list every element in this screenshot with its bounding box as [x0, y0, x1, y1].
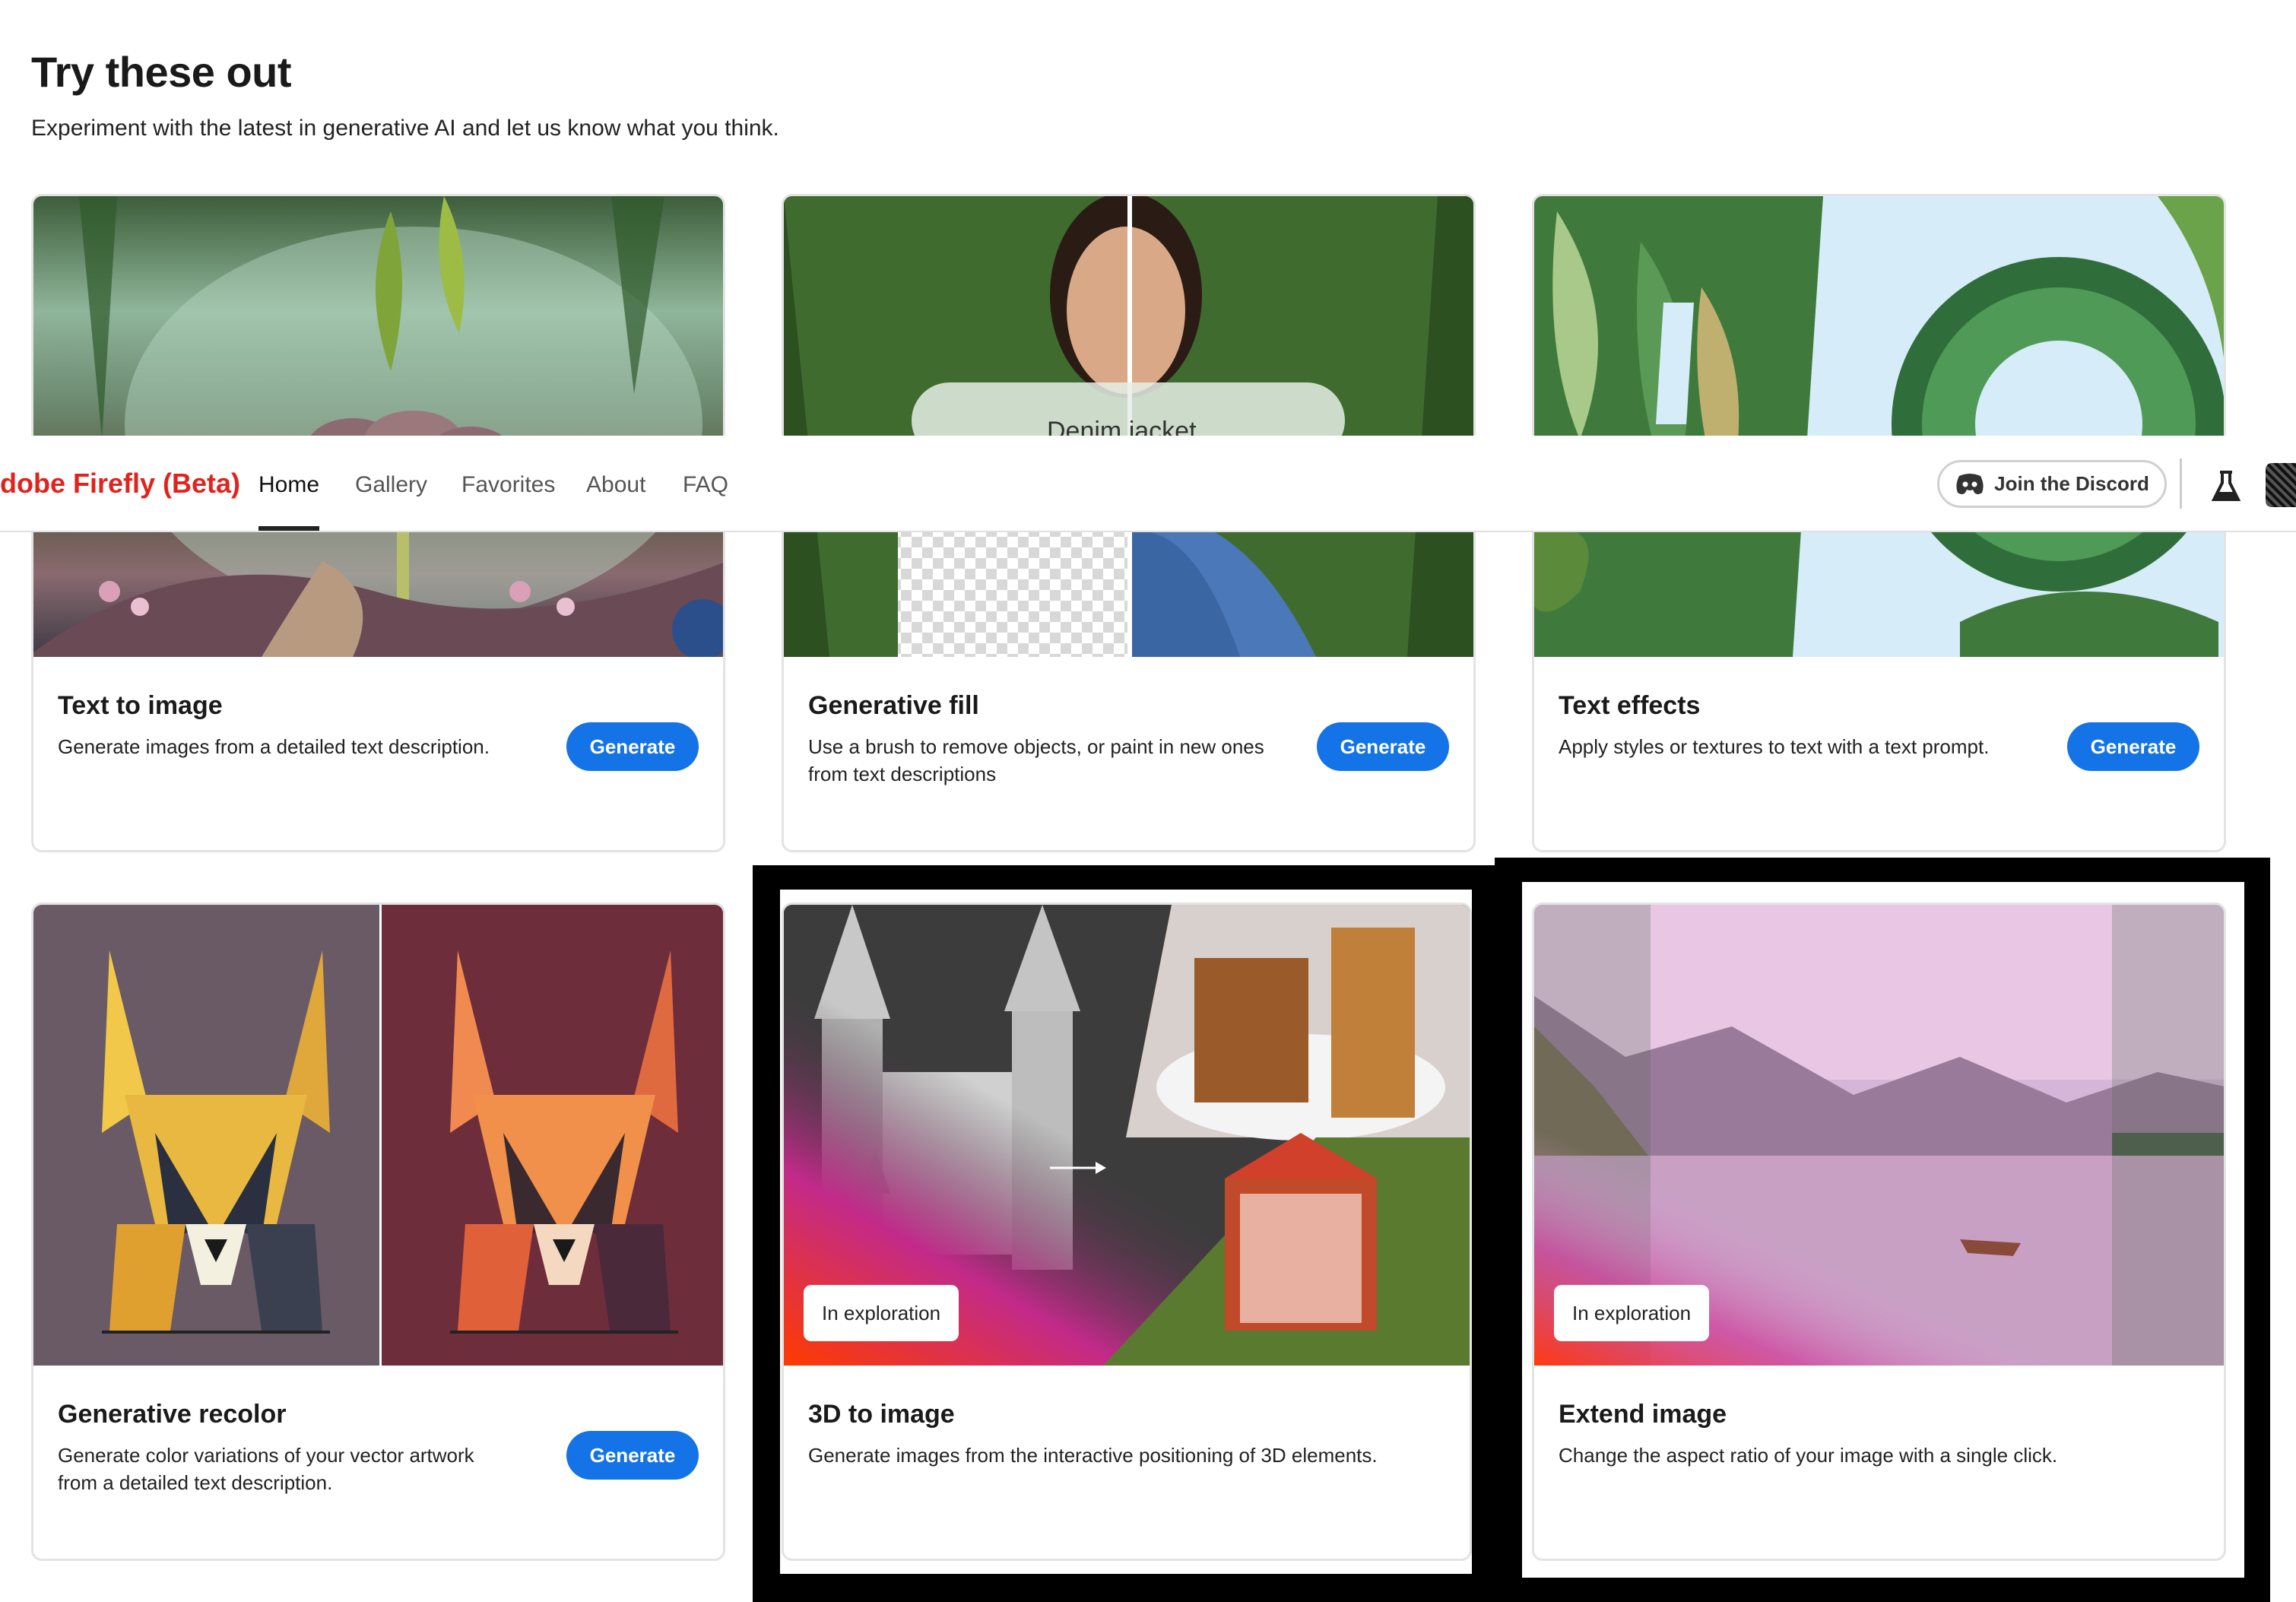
- card-title: Generative recolor: [58, 1400, 287, 1429]
- 3d-castle-image: In exploration: [784, 905, 1470, 1366]
- card-title: Text to image: [58, 691, 223, 720]
- avatar[interactable]: [2266, 463, 2296, 507]
- card-title: Generative fill: [808, 691, 979, 720]
- generate-button[interactable]: Generate: [2067, 722, 2199, 771]
- card-description: Generate images from the interactive pos…: [808, 1444, 1378, 1467]
- leafy-text-image: [1534, 196, 2224, 657]
- discord-label: Join the Discord: [1994, 472, 2149, 495]
- page-title: Try these out: [31, 48, 292, 96]
- fantasy-garden-image: [33, 196, 723, 657]
- generative-fill-image: Denim jacket: [784, 196, 1473, 657]
- card-3d-to-image[interactable]: In exploration 3D to image Generate imag…: [782, 903, 1472, 1561]
- card-title: 3D to image: [808, 1400, 955, 1429]
- card-generative-recolor[interactable]: Generative recolor Generate color variat…: [31, 903, 725, 1561]
- card-description: Apply styles or textures to text with a …: [1559, 735, 1990, 758]
- status-badge: In exploration: [1554, 1285, 1710, 1341]
- active-tab-indicator: [258, 526, 319, 531]
- top-navbar: dobe Firefly (Beta) Home Gallery Favorit…: [0, 436, 2296, 532]
- card-description: Generate images from a detailed text des…: [58, 735, 490, 758]
- lake-landscape-image: In exploration: [1534, 905, 2224, 1366]
- page-subtitle: Experiment with the latest in generative…: [31, 116, 779, 141]
- join-discord-button[interactable]: Join the Discord: [1937, 460, 2167, 508]
- nav-divider: [2180, 458, 2182, 509]
- card-title: Extend image: [1559, 1400, 1727, 1429]
- generate-button[interactable]: Generate: [1317, 722, 1449, 771]
- card-description: Change the aspect ratio of your image wi…: [1559, 1444, 2058, 1467]
- nav-home[interactable]: Home: [258, 472, 319, 498]
- generate-button[interactable]: Generate: [566, 1431, 699, 1480]
- card-description: Generate color variations of your vector…: [58, 1444, 474, 1494]
- brand-logo[interactable]: dobe Firefly (Beta): [0, 468, 240, 500]
- nav-favorites[interactable]: Favorites: [461, 472, 555, 498]
- generate-button[interactable]: Generate: [566, 722, 699, 771]
- flask-icon[interactable]: [2211, 469, 2241, 503]
- dog-recolor-image: [33, 905, 723, 1366]
- card-description: Use a brush to remove objects, or paint …: [808, 735, 1264, 785]
- card-title: Text effects: [1559, 691, 1701, 720]
- card-extend-image[interactable]: In exploration Extend image Change the a…: [1532, 903, 2226, 1561]
- status-badge: In exploration: [804, 1285, 959, 1341]
- nav-about[interactable]: About: [586, 472, 645, 498]
- nav-faq[interactable]: FAQ: [683, 472, 728, 498]
- discord-icon: [1956, 473, 1984, 494]
- nav-gallery[interactable]: Gallery: [355, 472, 427, 498]
